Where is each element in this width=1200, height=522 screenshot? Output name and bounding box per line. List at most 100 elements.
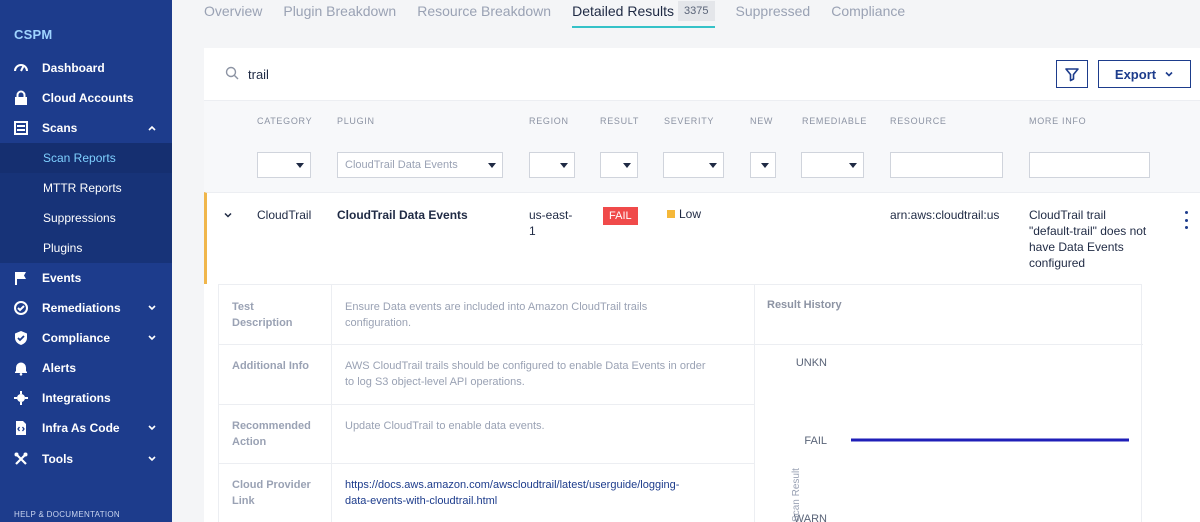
row-plugin[interactable]: CloudTrail Data Events [337, 207, 468, 223]
severity-label: Low [679, 207, 702, 221]
cloud-provider-link-label-line2: Link [232, 495, 255, 507]
sub-item-plugins[interactable]: Plugins [0, 233, 172, 263]
nav-label: Events [42, 271, 82, 285]
nav-label: Cloud Accounts [42, 91, 134, 105]
additional-info-label: Additional Info [232, 360, 309, 372]
column-header-category[interactable]: CATEGORY [257, 116, 312, 126]
resource-filter-input[interactable] [890, 152, 1003, 178]
column-header-resource[interactable]: RESOURCE [890, 116, 947, 126]
test-description-line1: Ensure Data events are included into Ama… [345, 301, 648, 313]
flag-icon [12, 269, 30, 287]
brand-logo: CSPM [14, 27, 53, 42]
tab-label: Resource Breakdown [417, 3, 552, 19]
chevron-down-icon [1165, 71, 1173, 77]
nav-label: Remediations [42, 301, 121, 315]
cloud-provider-link-label-line1: Cloud Provider [232, 479, 311, 491]
result-filter-select[interactable] [600, 152, 638, 178]
code-doc-icon [12, 419, 30, 437]
nav-label: Scans [42, 121, 78, 135]
count-badge: 3375 [678, 1, 715, 21]
additional-info-line1: AWS CloudTrail trails should be configur… [345, 360, 706, 372]
sub-item-mttr-reports[interactable]: MTTR Reports [0, 173, 172, 203]
chevron-down-icon[interactable] [223, 210, 233, 220]
column-header-region[interactable]: REGION [529, 116, 569, 126]
plugin-filter-select[interactable]: CloudTrail Data Events [337, 152, 503, 178]
nav-label: Integrations [42, 391, 111, 405]
row-resource: arn:aws:cloudtrail:us [890, 208, 1000, 222]
tab-detailed-results[interactable]: Detailed Results 3375 [572, 0, 715, 28]
cloud-provider-link-line2[interactable]: data-events-with-cloudtrail.html [345, 493, 745, 509]
category-filter-select[interactable] [257, 152, 311, 178]
tab-compliance[interactable]: Compliance [831, 0, 905, 28]
shield-check-icon [12, 329, 30, 347]
row-more-info-line1: CloudTrail trail [1029, 208, 1106, 222]
nav-item-alerts[interactable]: Alerts [0, 353, 172, 383]
test-description-label-line1: Test [232, 301, 254, 313]
tab-suppressed[interactable]: Suppressed [736, 0, 811, 28]
plug-icon [12, 389, 30, 407]
filter-button[interactable] [1056, 60, 1088, 88]
nav-label: Alerts [42, 361, 77, 375]
cloud-lock-icon [12, 89, 30, 107]
nav-item-tools[interactable]: Tools [0, 444, 172, 474]
recommended-action: Update CloudTrail to enable data events. [345, 420, 545, 432]
more-info-filter-input[interactable] [1029, 152, 1150, 178]
plugin-filter-value: CloudTrail Data Events [345, 159, 458, 171]
nav-item-integrations[interactable]: Integrations [0, 383, 172, 413]
nav-item-dashboard[interactable]: Dashboard [0, 53, 172, 83]
recommended-action-label-line2: Action [232, 436, 267, 448]
tab-plugin-breakdown[interactable]: Plugin Breakdown [283, 0, 396, 28]
table-row[interactable]: CloudTrail CloudTrail Data Events us-eas… [204, 192, 1200, 284]
fail-badge: FAIL [603, 207, 638, 225]
sub-item-scan-reports[interactable]: Scan Reports [0, 143, 172, 173]
chevron-down-icon [148, 425, 156, 431]
nav-item-scans[interactable]: Scans [0, 113, 172, 143]
nav-label: Tools [42, 452, 74, 466]
tab-resource-breakdown[interactable]: Resource Breakdown [417, 0, 551, 28]
nav-item-remediations[interactable]: Remediations [0, 293, 172, 323]
list-icon [12, 119, 30, 137]
nav-item-cloud-accounts[interactable]: Cloud Accounts [0, 83, 172, 113]
export-button[interactable]: Export [1098, 60, 1191, 88]
sub-item-suppressions[interactable]: Suppressions [0, 203, 172, 233]
severity-filter-select[interactable] [663, 152, 724, 178]
column-header-remediable[interactable]: REMEDIABLE [802, 116, 867, 126]
cloud-provider-link-line1[interactable]: https://docs.aws.amazon.com/awscloudtrai… [345, 477, 745, 493]
chevron-down-icon [148, 335, 156, 341]
column-header-severity[interactable]: SEVERITY [664, 116, 714, 126]
tab-bar: Overview Plugin Breakdown Resource Break… [204, 0, 926, 30]
column-header-plugin[interactable]: PLUGIN [337, 116, 375, 126]
remediable-filter-select[interactable] [801, 152, 864, 178]
tab-label: Overview [204, 3, 263, 19]
tab-overview[interactable]: Overview [204, 0, 262, 28]
filter-icon [1065, 68, 1079, 82]
export-label: Export [1114, 66, 1157, 82]
tools-icon [12, 450, 30, 468]
new-filter-select[interactable] [750, 152, 776, 178]
nav-item-infra-as-code[interactable]: Infra As Code [0, 413, 172, 443]
nav-item-events[interactable]: Events [0, 263, 172, 293]
results-panel: Export CATEGORY PLUGIN REGION RESULT SEV… [204, 48, 1200, 522]
column-header-more-info[interactable]: MORE INFO [1029, 116, 1086, 126]
nav-item-compliance[interactable]: Compliance [0, 323, 172, 353]
severity-indicator: Low [667, 207, 701, 221]
test-description-line2: configuration. [345, 317, 412, 329]
search-input[interactable] [248, 64, 648, 84]
tab-label: Plugin Breakdown [283, 3, 397, 19]
help-documentation-link[interactable]: HELP & DOCUMENTATION [14, 510, 120, 519]
more-options-icon[interactable] [1181, 211, 1191, 229]
tab-label: Suppressed [735, 3, 811, 19]
region-filter-select[interactable] [529, 152, 575, 178]
chevron-up-icon [148, 125, 156, 131]
y-tick-label: UNKN [796, 357, 827, 369]
row-more-info-line2: "default-trail" does not [1029, 224, 1147, 238]
nav-label: Compliance [42, 331, 111, 345]
tab-label: Compliance [831, 3, 906, 19]
result-history-title: Result History [767, 299, 842, 311]
row-region-line2: 1 [529, 224, 536, 238]
column-header-result[interactable]: RESULT [600, 116, 639, 126]
column-header-new[interactable]: NEW [750, 116, 773, 126]
search-icon [225, 66, 239, 80]
test-description-label-line2: Description [232, 317, 293, 329]
tab-label: Detailed Results [572, 3, 675, 19]
